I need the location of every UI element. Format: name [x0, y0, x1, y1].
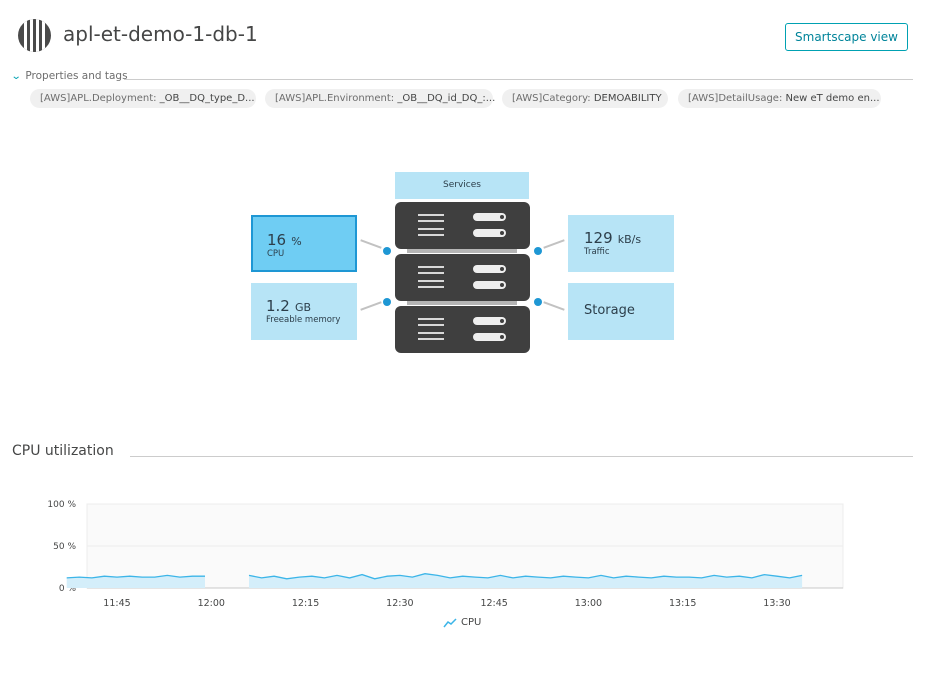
x-tick-label: 12:00 [198, 598, 225, 609]
chevron-down-icon: ⌄ [10, 70, 22, 82]
tag-key: [AWS]APL.Deployment: [40, 93, 160, 104]
services-tile[interactable]: Services [395, 172, 529, 199]
connector-dot [383, 298, 391, 306]
tag-key: [AWS]DetailUsage: [688, 93, 786, 104]
server-unit [395, 202, 530, 249]
connector-line [360, 301, 382, 311]
x-tick-label: 13:15 [669, 598, 696, 609]
legend-label: CPU [461, 617, 482, 628]
tag-value: New eT demo en... [785, 93, 880, 104]
cpu-value: 16 [267, 231, 287, 249]
connector-line [543, 301, 565, 311]
connector-dot [534, 247, 542, 255]
tag-chip[interactable]: [AWS]DetailUsage: New eT demo en... [678, 89, 881, 108]
server-unit [395, 306, 530, 353]
tag-chip[interactable]: [AWS]APL.Environment: _OB__DQ_id_DQ_:... [265, 89, 496, 108]
traffic-value: 129 [584, 229, 613, 247]
database-server-icon [18, 19, 51, 52]
tag-key: [AWS]Category: [512, 93, 594, 104]
cpu-chart[interactable]: 100 %50 %0 %11:45 12:00 12:15 12:30 12:45 13:… [0, 490, 926, 615]
tag-chip[interactable]: [AWS]Category: DEMOABILITY [502, 89, 668, 108]
storage-tile[interactable]: Storage [568, 283, 674, 340]
memory-unit: GB [294, 301, 312, 314]
x-tick-label: 12:15 [292, 598, 319, 609]
tag-value: _OB__DQ_id_DQ_:... [397, 93, 496, 104]
page-title: apl-et-demo-1-db-1 [63, 22, 258, 46]
tag-chip[interactable]: [AWS]APL.Deployment: _OB__DQ_type_D... [30, 89, 256, 108]
x-tick-label: 13:30 [763, 598, 790, 609]
properties-toggle[interactable]: ⌄ Properties and tags [10, 70, 128, 82]
tag-key: [AWS]APL.Environment: [275, 93, 398, 104]
traffic-tile[interactable]: 129 kB/s Traffic [568, 215, 674, 272]
x-tick-label: 11:45 [103, 598, 130, 609]
cpu-label: CPU [267, 249, 285, 259]
server-unit [395, 254, 530, 301]
line-chart-icon [443, 617, 457, 627]
connector-line [360, 239, 382, 249]
y-tick-label: 100 % [47, 500, 76, 510]
cpu-tile[interactable]: 16 % CPU [251, 215, 357, 272]
x-tick-label: 13:00 [575, 598, 602, 609]
traffic-label: Traffic [584, 247, 610, 257]
section-divider [130, 456, 913, 457]
server-shelf [407, 249, 517, 253]
memory-value: 1.2 [266, 297, 290, 315]
server-shelf [407, 301, 517, 305]
connector-line [543, 239, 565, 249]
traffic-unit: kB/s [617, 233, 642, 246]
x-tick-label: 12:45 [480, 598, 507, 609]
x-tick-label: 12:30 [386, 598, 413, 609]
memory-tile[interactable]: 1.2 GB Freeable memory [251, 283, 357, 340]
smartscape-view-button[interactable]: Smartscape view [785, 23, 908, 51]
connector-dot [534, 298, 542, 306]
cpu-utilization-heading: CPU utilization [12, 443, 114, 459]
y-tick-label: 50 % [53, 542, 76, 552]
properties-label: Properties and tags [25, 70, 128, 82]
tag-value: _OB__DQ_type_D... [159, 93, 255, 104]
section-divider [124, 79, 913, 80]
tag-value: DEMOABILITY [593, 93, 662, 104]
memory-label: Freeable memory [266, 315, 341, 325]
chart-legend[interactable]: CPU [443, 617, 481, 628]
cpu-unit: % [291, 235, 302, 248]
connector-dot [383, 247, 391, 255]
